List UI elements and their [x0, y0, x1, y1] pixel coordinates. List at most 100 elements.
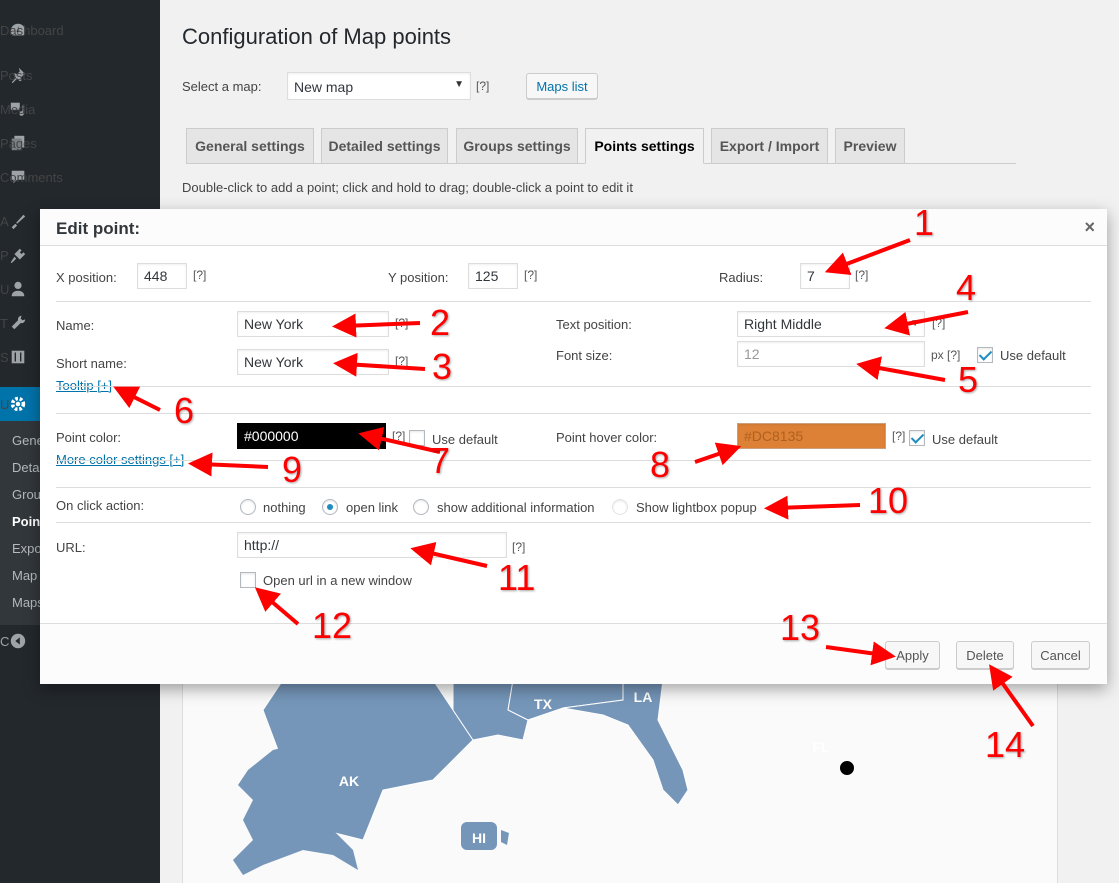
- help-link[interactable]: [?]: [395, 354, 408, 368]
- radius-label: Radius:: [719, 270, 764, 285]
- sidebar-label: Media: [0, 101, 36, 117]
- annotation-11: 11: [498, 557, 536, 598]
- sidebar-label: A: [0, 213, 9, 229]
- tab-export-import[interactable]: Export / Import: [711, 128, 828, 164]
- point-color-use-default-checkbox[interactable]: [409, 430, 425, 446]
- y-position-label: Y position:: [388, 270, 449, 285]
- annotation-5: 5: [958, 359, 979, 400]
- text-position-value: Right Middle: [744, 316, 822, 332]
- maps-list-button[interactable]: Maps list: [526, 73, 598, 99]
- tab-general-settings[interactable]: General settings: [186, 128, 314, 164]
- dropdown-arrow-icon: ▼: [454, 79, 464, 90]
- x-position-input[interactable]: 448: [137, 263, 187, 289]
- help-link[interactable]: [?]: [892, 429, 905, 443]
- delete-button[interactable]: Delete: [956, 641, 1014, 669]
- help-link[interactable]: [?]: [512, 540, 525, 554]
- font-size-use-default-checkbox[interactable]: [977, 347, 993, 363]
- use-default-label: Use default: [932, 432, 998, 447]
- dialog-header: Edit point: ×: [40, 209, 1107, 246]
- page-title: Configuration of Map points: [182, 24, 452, 49]
- annotation-7: 7: [430, 440, 451, 481]
- select-map-label: Select a map:: [182, 78, 262, 94]
- annotation-9: 9: [282, 449, 303, 490]
- help-link[interactable]: [?]: [395, 316, 408, 330]
- point-color-input[interactable]: #000000: [237, 423, 386, 449]
- radio-additional-info[interactable]: [413, 499, 429, 515]
- tab-points-settings[interactable]: Points settings: [585, 128, 704, 164]
- annotation-13: 13: [780, 607, 821, 648]
- open-new-window-checkbox[interactable]: [240, 572, 256, 588]
- help-link[interactable]: [?]: [855, 268, 868, 282]
- sidebar-item-pages[interactable]: Pages: [0, 126, 160, 160]
- help-link[interactable]: [?]: [193, 268, 206, 282]
- radio-lightbox-popup-label: Show lightbox popup: [636, 500, 757, 515]
- use-default-label: Use default: [1000, 348, 1066, 363]
- url-input[interactable]: http://: [237, 532, 507, 558]
- map-select[interactable]: New map ▼: [287, 72, 471, 100]
- text-position-select[interactable]: Right Middle ▼: [737, 311, 925, 337]
- submenu-map[interactable]: Map: [12, 568, 37, 583]
- name-input[interactable]: New York: [237, 311, 389, 337]
- annotation-4: 4: [956, 267, 977, 308]
- hover-color-use-default-checkbox[interactable]: [909, 430, 925, 446]
- submenu-groups[interactable]: Grou: [12, 487, 41, 502]
- sidebar-label: T: [0, 315, 8, 331]
- radio-nothing-label: nothing: [263, 500, 306, 515]
- radio-open-link-label: open link: [346, 500, 399, 515]
- tab-detailed-settings[interactable]: Detailed settings: [321, 128, 448, 164]
- name-label: Name:: [56, 318, 95, 333]
- annotation-6: 6: [174, 390, 195, 431]
- radio-lightbox-popup[interactable]: [612, 499, 628, 515]
- font-size-unit-help: px [?]: [931, 348, 961, 362]
- sidebar-item-media[interactable]: Media: [0, 92, 160, 126]
- apply-button[interactable]: Apply: [885, 641, 940, 669]
- radius-input[interactable]: 7: [800, 263, 850, 289]
- y-position-input[interactable]: 125: [468, 263, 518, 289]
- divider: [56, 460, 1091, 461]
- annotation-14: 14: [985, 724, 1026, 765]
- help-link[interactable]: [?]: [524, 268, 537, 282]
- short-name-input[interactable]: New York: [237, 349, 389, 375]
- help-link[interactable]: [?]: [476, 79, 489, 93]
- submenu-export[interactable]: Expo: [12, 541, 42, 556]
- dialog-title: Edit point:: [56, 219, 141, 238]
- map-label-fl: FL: [812, 739, 830, 755]
- map-canvas[interactable]: TX LA FL AK HI: [182, 679, 1058, 883]
- divider: [56, 301, 1091, 302]
- submenu-detailed[interactable]: Deta: [12, 460, 39, 475]
- close-icon[interactable]: ×: [1084, 217, 1095, 238]
- radio-nothing[interactable]: [240, 499, 256, 515]
- sidebar-label: Posts: [0, 67, 33, 83]
- cancel-button[interactable]: Cancel: [1031, 641, 1090, 669]
- tab-preview[interactable]: Preview: [835, 128, 905, 164]
- sidebar-item-posts[interactable]: Posts: [0, 58, 160, 92]
- sidebar-item-dashboard[interactable]: Dashboard: [0, 13, 160, 47]
- sidebar-label: Dashboard: [0, 22, 64, 38]
- help-link[interactable]: [?]: [392, 429, 405, 443]
- annotation-1: 1: [914, 202, 935, 243]
- sidebar-label: U: [0, 281, 10, 297]
- help-link[interactable]: [?]: [932, 316, 945, 330]
- map-label-hi: HI: [472, 830, 486, 846]
- map-label-la: LA: [634, 689, 653, 705]
- select-map-row: Select a map:: [182, 72, 262, 100]
- annotation-3: 3: [432, 346, 453, 387]
- annotation-12: 12: [312, 605, 353, 646]
- sidebar-item-comments[interactable]: Comments: [0, 160, 160, 194]
- annotation-10: 10: [868, 480, 909, 521]
- radio-open-link[interactable]: [322, 499, 338, 515]
- font-size-label: Font size:: [556, 348, 613, 363]
- sidebar-label: S: [0, 349, 9, 365]
- sidebar-label: Pages: [0, 135, 37, 151]
- instructions-text: Double-click to add a point; click and h…: [182, 180, 633, 195]
- us-map: TX LA FL AK HI: [233, 679, 854, 875]
- tab-groups-settings[interactable]: Groups settings: [456, 128, 578, 164]
- dialog-footer: Apply Delete Cancel: [40, 623, 1107, 684]
- map-point[interactable]: [840, 761, 854, 775]
- hover-color-input[interactable]: #DC8135: [737, 423, 886, 449]
- font-size-input[interactable]: 12: [737, 341, 925, 367]
- sidebar-label: C: [0, 633, 10, 649]
- map-select-value: New map: [294, 79, 354, 95]
- sidebar-label: Comments: [0, 169, 63, 185]
- map-label-tx: TX: [534, 696, 553, 712]
